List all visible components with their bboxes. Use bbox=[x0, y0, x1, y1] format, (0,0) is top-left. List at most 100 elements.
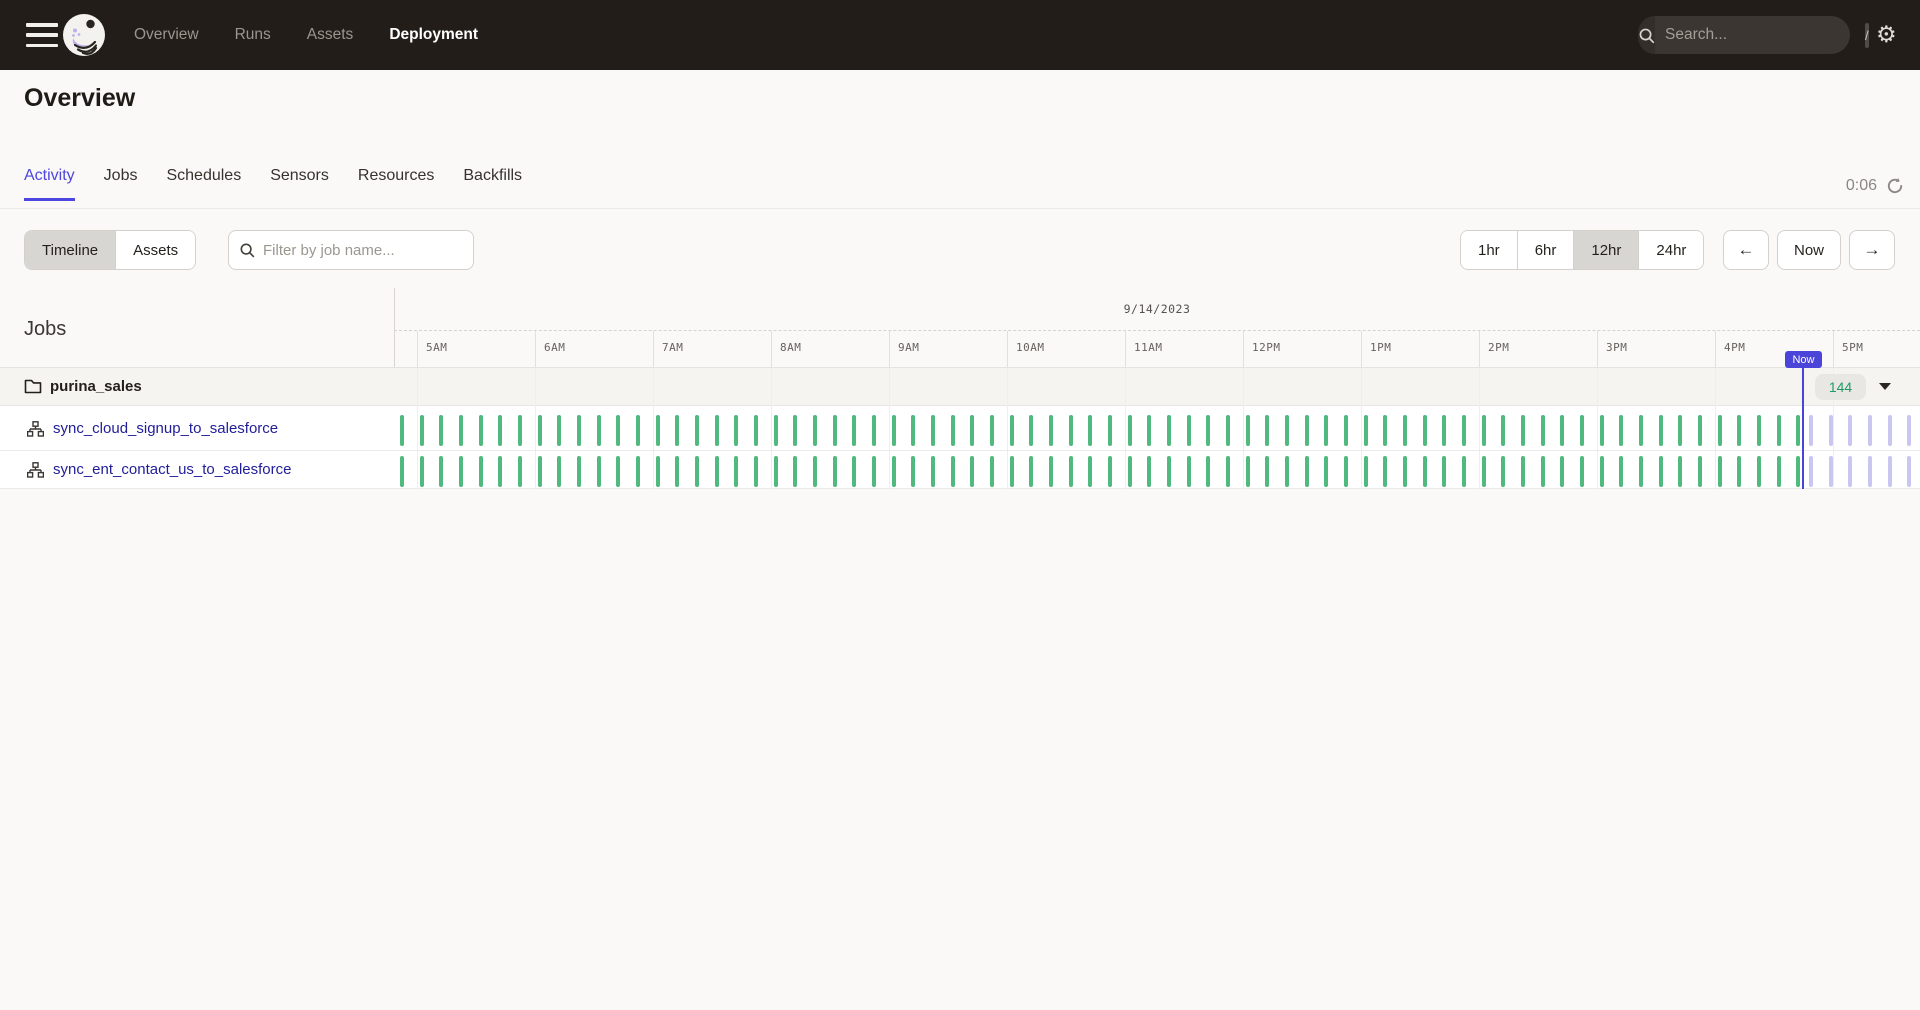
run-tick-completed[interactable] bbox=[872, 456, 876, 487]
run-tick-completed[interactable] bbox=[400, 456, 404, 487]
run-tick-scheduled[interactable] bbox=[1848, 456, 1852, 487]
run-tick-completed[interactable] bbox=[1344, 415, 1348, 446]
view-mode-timeline[interactable]: Timeline bbox=[25, 231, 115, 269]
run-tick-completed[interactable] bbox=[970, 415, 974, 446]
run-tick-completed[interactable] bbox=[813, 456, 817, 487]
run-tick-completed[interactable] bbox=[1580, 456, 1584, 487]
run-tick-completed[interactable] bbox=[1757, 415, 1761, 446]
run-tick-completed[interactable] bbox=[1088, 415, 1092, 446]
run-tick-completed[interactable] bbox=[498, 456, 502, 487]
run-tick-completed[interactable] bbox=[833, 456, 837, 487]
run-tick-completed[interactable] bbox=[1364, 456, 1368, 487]
range-1hr[interactable]: 1hr bbox=[1461, 231, 1517, 269]
run-tick-scheduled[interactable] bbox=[1848, 415, 1852, 446]
job-link[interactable]: sync_ent_contact_us_to_salesforce bbox=[53, 461, 291, 478]
run-tick-completed[interactable] bbox=[1265, 415, 1269, 446]
run-tick-completed[interactable] bbox=[1305, 456, 1309, 487]
run-tick-completed[interactable] bbox=[1108, 456, 1112, 487]
run-tick-completed[interactable] bbox=[1029, 456, 1033, 487]
run-tick-completed[interactable] bbox=[538, 456, 542, 487]
job-link[interactable]: sync_cloud_signup_to_salesforce bbox=[53, 420, 278, 437]
run-tick-completed[interactable] bbox=[1580, 415, 1584, 446]
run-tick-completed[interactable] bbox=[1246, 456, 1250, 487]
run-tick-completed[interactable] bbox=[577, 456, 581, 487]
tab-sensors[interactable]: Sensors bbox=[270, 167, 329, 201]
run-tick-completed[interactable] bbox=[1226, 415, 1230, 446]
next-page-button[interactable]: → bbox=[1849, 230, 1895, 270]
run-tick-completed[interactable] bbox=[538, 415, 542, 446]
run-tick-completed[interactable] bbox=[1541, 415, 1545, 446]
run-tick-completed[interactable] bbox=[1600, 415, 1604, 446]
run-tick-completed[interactable] bbox=[439, 415, 443, 446]
run-tick-completed[interactable] bbox=[1501, 456, 1505, 487]
range-12hr[interactable]: 12hr bbox=[1573, 231, 1638, 269]
run-tick-completed[interactable] bbox=[597, 415, 601, 446]
run-tick-completed[interactable] bbox=[990, 415, 994, 446]
run-count-badge[interactable]: 144 bbox=[1815, 374, 1866, 400]
run-tick-completed[interactable] bbox=[892, 456, 896, 487]
run-tick-completed[interactable] bbox=[1029, 415, 1033, 446]
run-tick-completed[interactable] bbox=[793, 456, 797, 487]
run-tick-completed[interactable] bbox=[1206, 415, 1210, 446]
refresh-icon[interactable] bbox=[1886, 177, 1904, 195]
run-tick-completed[interactable] bbox=[951, 456, 955, 487]
run-tick-completed[interactable] bbox=[1560, 456, 1564, 487]
run-tick-completed[interactable] bbox=[1678, 415, 1682, 446]
run-tick-completed[interactable] bbox=[1049, 415, 1053, 446]
run-tick-completed[interactable] bbox=[872, 415, 876, 446]
tab-backfills[interactable]: Backfills bbox=[463, 167, 522, 201]
nav-link-runs[interactable]: Runs bbox=[235, 26, 271, 44]
run-tick-completed[interactable] bbox=[1639, 415, 1643, 446]
run-tick-completed[interactable] bbox=[715, 415, 719, 446]
run-tick-completed[interactable] bbox=[459, 415, 463, 446]
run-tick-completed[interactable] bbox=[1678, 456, 1682, 487]
run-tick-completed[interactable] bbox=[1324, 415, 1328, 446]
run-tick-completed[interactable] bbox=[1619, 415, 1623, 446]
run-tick-completed[interactable] bbox=[1619, 456, 1623, 487]
run-tick-completed[interactable] bbox=[1737, 456, 1741, 487]
run-tick-completed[interactable] bbox=[911, 415, 915, 446]
run-tick-completed[interactable] bbox=[518, 456, 522, 487]
run-tick-completed[interactable] bbox=[734, 415, 738, 446]
run-tick-completed[interactable] bbox=[1698, 415, 1702, 446]
run-tick-completed[interactable] bbox=[1659, 456, 1663, 487]
run-tick-completed[interactable] bbox=[1049, 456, 1053, 487]
run-tick-completed[interactable] bbox=[1383, 415, 1387, 446]
run-tick-completed[interactable] bbox=[597, 456, 601, 487]
chevron-down-icon[interactable] bbox=[1879, 383, 1891, 390]
run-tick-completed[interactable] bbox=[911, 456, 915, 487]
run-tick-completed[interactable] bbox=[1010, 456, 1014, 487]
run-tick-completed[interactable] bbox=[1462, 415, 1466, 446]
run-tick-scheduled[interactable] bbox=[1809, 415, 1813, 446]
run-tick-completed[interactable] bbox=[479, 415, 483, 446]
view-mode-assets[interactable]: Assets bbox=[115, 231, 195, 269]
run-tick-completed[interactable] bbox=[833, 415, 837, 446]
run-tick-completed[interactable] bbox=[1147, 415, 1151, 446]
run-tick-completed[interactable] bbox=[774, 415, 778, 446]
run-tick-completed[interactable] bbox=[695, 415, 699, 446]
run-tick-completed[interactable] bbox=[1167, 456, 1171, 487]
tab-schedules[interactable]: Schedules bbox=[166, 167, 241, 201]
run-tick-completed[interactable] bbox=[1442, 456, 1446, 487]
run-tick-completed[interactable] bbox=[675, 415, 679, 446]
run-tick-completed[interactable] bbox=[1403, 415, 1407, 446]
run-tick-completed[interactable] bbox=[616, 456, 620, 487]
run-tick-completed[interactable] bbox=[479, 456, 483, 487]
run-tick-completed[interactable] bbox=[715, 456, 719, 487]
run-tick-completed[interactable] bbox=[852, 456, 856, 487]
run-tick-completed[interactable] bbox=[1285, 415, 1289, 446]
run-tick-completed[interactable] bbox=[1147, 456, 1151, 487]
run-tick-completed[interactable] bbox=[1364, 415, 1368, 446]
run-tick-completed[interactable] bbox=[498, 415, 502, 446]
run-tick-completed[interactable] bbox=[774, 456, 778, 487]
run-tick-completed[interactable] bbox=[695, 456, 699, 487]
run-tick-completed[interactable] bbox=[1718, 415, 1722, 446]
run-tick-completed[interactable] bbox=[754, 415, 758, 446]
run-tick-completed[interactable] bbox=[1265, 456, 1269, 487]
run-tick-completed[interactable] bbox=[754, 456, 758, 487]
run-tick-completed[interactable] bbox=[1305, 415, 1309, 446]
range-24hr[interactable]: 24hr bbox=[1638, 231, 1703, 269]
hamburger-menu-icon[interactable] bbox=[26, 23, 58, 47]
run-tick-completed[interactable] bbox=[1187, 456, 1191, 487]
run-tick-completed[interactable] bbox=[577, 415, 581, 446]
